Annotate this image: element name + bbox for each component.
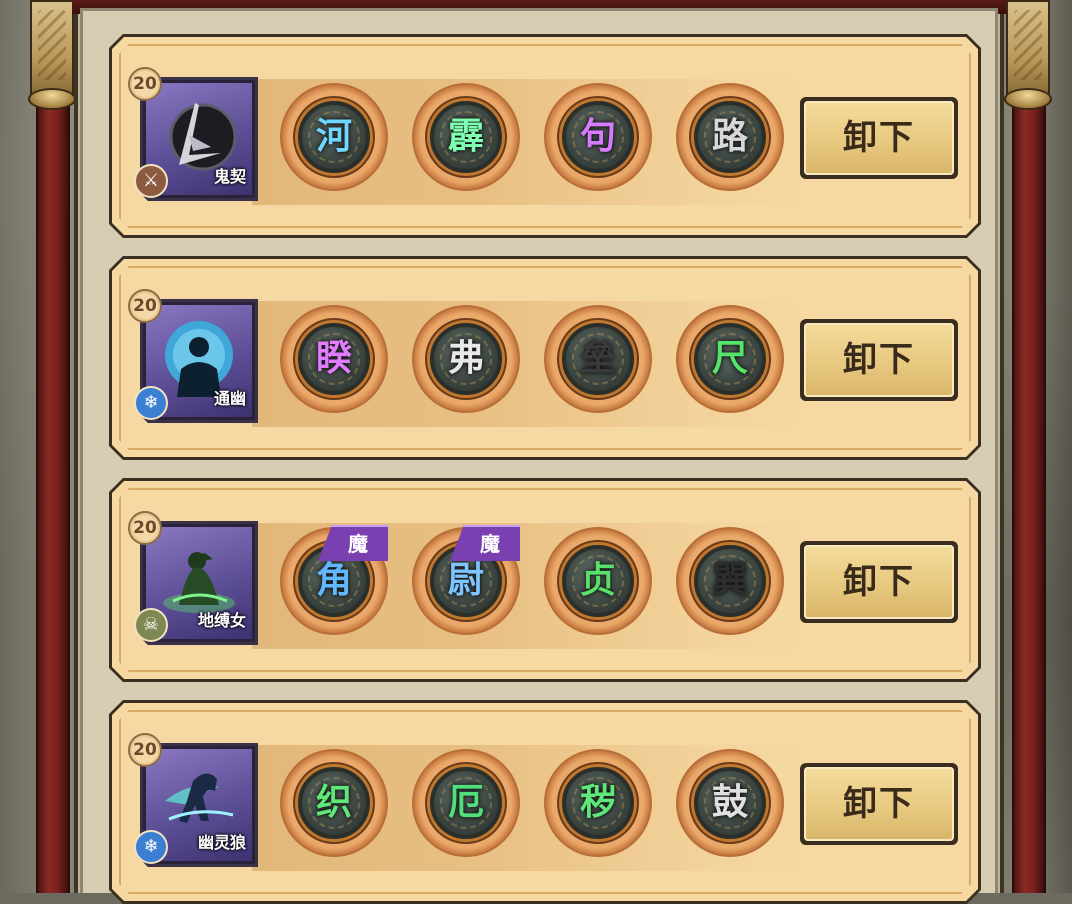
rune-glyph: 织 — [315, 782, 352, 823]
snowflake-icon: ❄ — [134, 830, 168, 864]
sword-icon: ⚔ — [134, 164, 168, 198]
unequip-button-face: 卸下 — [804, 545, 954, 619]
row-card-face: 鬼契 20 ⚔ 河霹句路卸下 — [112, 37, 978, 235]
unequip-button[interactable]: 卸下 — [800, 541, 958, 623]
rune-slot[interactable]: 路 — [676, 83, 784, 191]
rune-slot[interactable]: 尺 — [676, 305, 784, 413]
unequip-button[interactable]: 卸下 — [800, 319, 958, 401]
rune-glyph: 河 — [315, 116, 352, 157]
rune-stone-icon: 贞 — [562, 545, 634, 617]
rune-slot[interactable]: 巽 — [676, 527, 784, 635]
rune-stone-icon: 睽 — [298, 323, 370, 395]
mo-tag-badge: 魔 — [450, 525, 520, 561]
unequip-button[interactable]: 卸下 — [800, 97, 958, 179]
rune-slot[interactable]: 弗 — [412, 305, 520, 413]
unequip-button-face: 卸下 — [804, 767, 954, 841]
row-card-face: 通幽 20 ❄ 睽弗垒尺卸下 — [112, 259, 978, 457]
mo-tag-badge: 魔 — [318, 525, 388, 561]
rune-stone-icon: 路 — [694, 101, 766, 173]
unequip-button-face: 卸下 — [804, 101, 954, 175]
right-pillar-knob — [1004, 88, 1052, 110]
unequip-button-face: 卸下 — [804, 323, 954, 397]
rune-stone-icon: 秽 — [562, 767, 634, 839]
rune-slot[interactable]: 河 — [280, 83, 388, 191]
rune-glyph: 句 — [579, 116, 616, 157]
rune-glyph: 路 — [711, 116, 748, 157]
level-badge: 20 — [128, 289, 162, 323]
rune-stone-icon: 尺 — [694, 323, 766, 395]
rune-glyph: 厄 — [447, 782, 484, 823]
ghost-row[interactable]: 鬼契 20 ⚔ 河霹句路卸下 — [109, 34, 981, 238]
rune-glyph: 贞 — [579, 560, 616, 601]
unequip-label: 卸下 — [843, 562, 915, 602]
rune-slot[interactable]: 霹 — [412, 83, 520, 191]
rune-stone-icon: 河 — [298, 101, 370, 173]
rune-glyph: 尺 — [711, 338, 748, 379]
rune-glyph: 垒 — [579, 338, 616, 379]
unequip-label: 卸下 — [843, 118, 915, 158]
rune-slot[interactable]: 鼓 — [676, 749, 784, 857]
left-pillar — [36, 95, 70, 893]
right-pillar — [1012, 95, 1046, 893]
rune-glyph: 鼓 — [711, 782, 748, 823]
rune-glyph: 秽 — [579, 782, 616, 823]
rune-slot[interactable]: 句 — [544, 83, 652, 191]
rune-slot[interactable]: 角魔 — [280, 527, 388, 635]
row-card-face: 地缚女 20 ☠ 角魔尉魔贞巽卸下 — [112, 481, 978, 679]
unequip-label: 卸下 — [843, 784, 915, 824]
rune-stone-icon: 织 — [298, 767, 370, 839]
ghost-row[interactable]: 幽灵狼 20 ❄ 织厄秽鼓卸下 — [109, 700, 981, 904]
left-pillar-knob — [28, 88, 76, 110]
ghost-row[interactable]: 地缚女 20 ☠ 角魔尉魔贞巽卸下 — [109, 478, 981, 682]
level-badge: 20 — [128, 511, 162, 545]
unequip-button[interactable]: 卸下 — [800, 763, 958, 845]
rune-slot[interactable]: 织 — [280, 749, 388, 857]
rune-stone-icon: 弗 — [430, 323, 502, 395]
ghost-row[interactable]: 通幽 20 ❄ 睽弗垒尺卸下 — [109, 256, 981, 460]
rune-stone-icon: 厄 — [430, 767, 502, 839]
unequip-label: 卸下 — [843, 340, 915, 380]
row-card-face: 幽灵狼 20 ❄ 织厄秽鼓卸下 — [112, 703, 978, 901]
rune-slot[interactable]: 垒 — [544, 305, 652, 413]
rune-glyph: 弗 — [447, 338, 484, 379]
rune-glyph: 睽 — [315, 338, 352, 379]
rune-stone-icon: 巽 — [694, 545, 766, 617]
rune-glyph: 霹 — [447, 116, 484, 157]
rune-slot[interactable]: 厄 — [412, 749, 520, 857]
rune-glyph: 巽 — [711, 560, 748, 601]
snowflake-icon: ❄ — [134, 386, 168, 420]
skull-icon: ☠ — [134, 608, 168, 642]
rune-stone-icon: 霹 — [430, 101, 502, 173]
rune-stone-icon: 鼓 — [694, 767, 766, 839]
rune-slot[interactable]: 贞 — [544, 527, 652, 635]
level-badge: 20 — [128, 733, 162, 767]
rune-stone-icon: 句 — [562, 101, 634, 173]
rune-slot[interactable]: 尉魔 — [412, 527, 520, 635]
rune-slot[interactable]: 睽 — [280, 305, 388, 413]
rune-stone-icon: 垒 — [562, 323, 634, 395]
level-badge: 20 — [128, 67, 162, 101]
rune-slot[interactable]: 秽 — [544, 749, 652, 857]
